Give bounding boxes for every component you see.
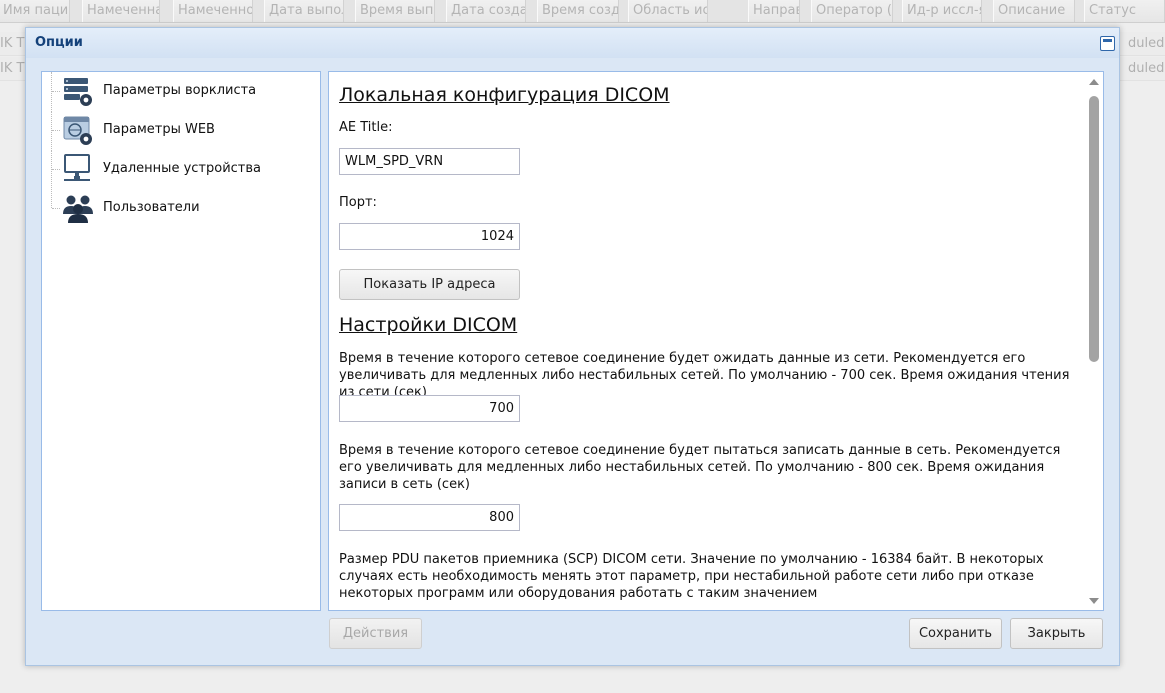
dialog-title: Опции <box>35 35 83 50</box>
pdu-size-description: Размер PDU пакетов приемника (SCP) DICOM… <box>339 552 1044 601</box>
column-header-body-area[interactable]: Область исследования <box>628 0 708 22</box>
web-settings-icon <box>63 116 92 145</box>
scrollbar-thumb[interactable] <box>1089 96 1099 362</box>
options-dialog: Опции Параметры ворклиста Параметры WEB … <box>25 27 1120 666</box>
close-button[interactable]: Закрыть <box>1010 618 1103 649</box>
actions-button[interactable]: Действия <box>329 618 422 649</box>
nav-item-remote-devices[interactable]: Удаленные устройства <box>42 150 318 188</box>
nav-item-worklist-params[interactable]: Параметры ворклиста <box>42 72 318 110</box>
tree-line <box>52 169 60 170</box>
port-label: Порт: <box>339 195 377 210</box>
tree-line <box>52 130 60 131</box>
nav-label: Параметры ворклиста <box>103 83 257 98</box>
table-cell: IK T <box>0 61 25 76</box>
nav-label: Параметры WEB <box>103 122 215 137</box>
column-header-study-id[interactable]: Ид-р иссл-я <box>902 0 982 22</box>
maximize-icon[interactable] <box>1100 36 1115 51</box>
vertical-scrollbar[interactable] <box>1086 72 1103 610</box>
grid-header: Имя пациента Намеченная Намеченное Дата … <box>0 0 1165 23</box>
table-cell: duled <box>1128 61 1165 76</box>
column-header-description[interactable]: Описание <box>993 0 1075 22</box>
column-header-status[interactable]: Статус <box>1084 0 1165 22</box>
read-timeout-description: Время в течение которого сетевое соедине… <box>339 351 1070 400</box>
column-header-performed-date[interactable]: Дата выполнения <box>264 0 344 22</box>
write-timeout-input[interactable]: 800 <box>339 504 520 531</box>
dicom-settings-title: Настройки DICOM <box>339 314 518 336</box>
nav-label: Пользователи <box>103 200 200 215</box>
local-dicom-config-title: Локальная конфигурация DICOM <box>339 84 670 106</box>
column-header-operator[interactable]: Оператор ( <box>811 0 893 22</box>
monitor-network-icon <box>64 154 90 181</box>
dialog-header[interactable]: Опции <box>26 28 1119 58</box>
column-header-scheduled-date[interactable]: Намеченная <box>82 0 160 22</box>
nav-item-users[interactable]: Пользователи <box>42 189 318 227</box>
nav-item-web-params[interactable]: Параметры WEB <box>42 111 318 149</box>
column-header-created-time[interactable]: Время создания <box>537 0 619 22</box>
show-ip-addresses-button[interactable]: Показать IP адреса <box>339 269 520 300</box>
tree-line <box>52 208 60 209</box>
ae-title-label: AE Title: <box>339 120 393 135</box>
scroll-up-arrow-icon[interactable] <box>1089 79 1099 85</box>
tree-line <box>52 91 60 92</box>
settings-content-panel[interactable]: Локальная конфигурация DICOM AE Title: W… <box>328 71 1104 611</box>
server-settings-icon <box>64 78 92 106</box>
column-header-performed-time[interactable]: Время выполнения <box>355 0 435 22</box>
column-header-created-date[interactable]: Дата создания <box>446 0 526 22</box>
write-timeout-description: Время в течение которого сетевое соедине… <box>339 443 1061 492</box>
table-cell: duled <box>1128 36 1165 51</box>
column-header-scheduled-time[interactable]: Намеченное <box>173 0 253 22</box>
column-header-referrer[interactable]: Направивший <box>748 0 800 22</box>
ae-title-input[interactable]: WLM_SPD_VRN <box>339 148 520 175</box>
save-button[interactable]: Сохранить <box>909 618 1002 649</box>
column-header-patient-name[interactable]: Имя пациента <box>0 0 70 22</box>
read-timeout-input[interactable]: 700 <box>339 395 520 422</box>
tree-line <box>51 189 52 208</box>
users-icon <box>63 195 93 223</box>
nav-label: Удаленные устройства <box>103 161 261 176</box>
port-input[interactable]: 1024 <box>339 223 520 250</box>
table-cell: IK T <box>0 36 25 51</box>
options-nav-tree: Параметры ворклиста Параметры WEB Удален… <box>41 71 321 611</box>
scroll-down-arrow-icon[interactable] <box>1089 598 1099 604</box>
